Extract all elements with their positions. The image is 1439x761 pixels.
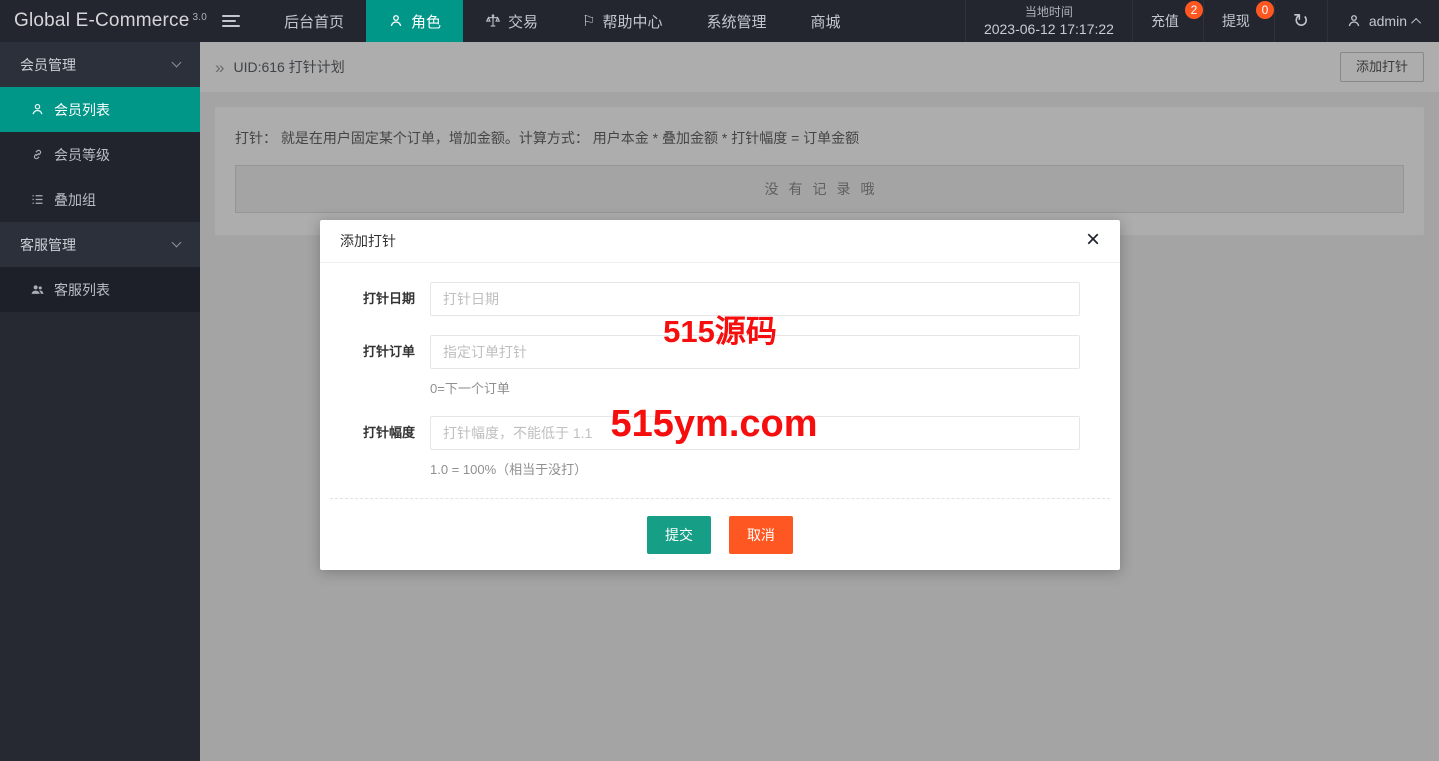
app-logo: Global E-Commerce 3.0 bbox=[0, 0, 207, 42]
people-icon bbox=[31, 285, 44, 294]
refresh-icon: ↻ bbox=[1292, 10, 1309, 32]
chevron-up-icon bbox=[1411, 17, 1422, 28]
sidebar-group-label: 会员管理 bbox=[20, 56, 76, 73]
app-version: 3.0 bbox=[192, 11, 208, 23]
injection-date-label: 打针日期 bbox=[362, 291, 415, 306]
list-icon bbox=[32, 195, 43, 204]
recharge-button[interactable]: 充值 2 bbox=[1131, 0, 1203, 42]
sidebar-item-label: 叠加组 bbox=[54, 191, 96, 208]
sidebar-item-label: 会员等级 bbox=[54, 146, 110, 163]
app-title: Global E-Commerce bbox=[14, 10, 190, 31]
sidebar-group-label: 客服管理 bbox=[20, 236, 76, 253]
nav-label: 交易 bbox=[508, 13, 539, 31]
sidebar-item-member-list[interactable]: 会员列表 bbox=[0, 87, 200, 132]
nav-item-trade[interactable]: 交易 bbox=[463, 0, 560, 42]
sidebar-item-label: 客服列表 bbox=[54, 281, 110, 298]
person-icon bbox=[32, 103, 43, 115]
sidebar-item-stack-group[interactable]: 叠加组 bbox=[0, 177, 200, 222]
nav-item-roles[interactable]: 角色 bbox=[366, 0, 464, 42]
sidebar-item-label: 会员列表 bbox=[54, 101, 110, 118]
nav-item-system[interactable]: 系统管理 bbox=[685, 0, 789, 42]
user-menu[interactable]: admin bbox=[1326, 0, 1439, 42]
watermark-url: 515ym.com bbox=[610, 403, 818, 445]
add-injection-modal: 添加打针 × 打针日期 打针订单 0=下一个订单 打针幅度 1.0 = 100%… bbox=[320, 220, 1120, 570]
cancel-button[interactable]: 取消 bbox=[728, 516, 793, 554]
topbar: Global E-Commerce 3.0 后台首页 角色 交易 ⚐ 帮助中心 系 bbox=[0, 0, 1439, 42]
nav-label: 商城 bbox=[810, 13, 841, 31]
modal-footer: 提交 取消 bbox=[330, 498, 1110, 570]
nav-item-help-center[interactable]: ⚐ 帮助中心 bbox=[560, 0, 684, 42]
sidebar-group-member-management[interactable]: 会员管理 bbox=[0, 42, 200, 87]
link-icon bbox=[33, 149, 42, 160]
modal-body: 打针日期 打针订单 0=下一个订单 打针幅度 1.0 = 100%（相当于没打） bbox=[320, 263, 1120, 498]
withdraw-badge: 0 bbox=[1255, 1, 1274, 19]
recharge-label: 充值 bbox=[1150, 13, 1179, 29]
nav-label: 后台首页 bbox=[284, 13, 345, 31]
person-icon bbox=[390, 15, 402, 27]
withdraw-button[interactable]: 提现 0 bbox=[1202, 0, 1274, 42]
chevron-down-icon bbox=[171, 237, 182, 248]
scales-icon bbox=[485, 14, 501, 27]
withdraw-label: 提现 bbox=[1221, 13, 1250, 29]
close-icon[interactable]: × bbox=[1080, 220, 1106, 262]
nav-label: 系统管理 bbox=[706, 13, 767, 31]
recharge-badge: 2 bbox=[1184, 1, 1203, 19]
local-time: 当地时间 2023-06-12 17:17:22 bbox=[964, 0, 1132, 42]
topbar-right: 当地时间 2023-06-12 17:17:22 充值 2 提现 0 ↻ adm… bbox=[964, 0, 1439, 42]
watermark-text: 515源码 bbox=[663, 314, 777, 349]
injection-order-hint: 0=下一个订单 bbox=[430, 381, 510, 396]
sidebar: 会员管理 会员列表 会员等级 叠加组 客服管理 客服列表 bbox=[0, 42, 200, 761]
nav-label: 角色 bbox=[411, 13, 442, 31]
submit-button[interactable]: 提交 bbox=[647, 516, 712, 554]
hamburger-icon bbox=[222, 15, 240, 27]
nav-item-mall[interactable]: 商城 bbox=[789, 0, 863, 42]
chevron-down-icon bbox=[171, 57, 182, 68]
nav-item-dashboard[interactable]: 后台首页 bbox=[262, 0, 366, 42]
modal-title: 添加打针 bbox=[340, 233, 396, 249]
username: admin bbox=[1368, 13, 1407, 29]
injection-rate-hint: 1.0 = 100%（相当于没打） bbox=[430, 462, 588, 477]
nav-label: 帮助中心 bbox=[602, 13, 663, 31]
injection-order-label: 打针订单 bbox=[362, 344, 415, 359]
local-time-value: 2023-06-12 17:17:22 bbox=[983, 21, 1114, 37]
injection-rate-label: 打针幅度 bbox=[362, 425, 415, 440]
menu-toggle[interactable] bbox=[200, 0, 262, 42]
sidebar-item-service-list[interactable]: 客服列表 bbox=[0, 267, 200, 312]
flag-icon: ⚐ bbox=[582, 13, 596, 30]
modal-header: 添加打针 × bbox=[320, 220, 1120, 263]
sidebar-group-service-management[interactable]: 客服管理 bbox=[0, 222, 200, 267]
sidebar-item-member-level[interactable]: 会员等级 bbox=[0, 132, 200, 177]
user-icon bbox=[1348, 15, 1360, 27]
local-time-label: 当地时间 bbox=[1024, 5, 1073, 19]
refresh-button[interactable]: ↻ bbox=[1273, 0, 1327, 42]
top-navigation: 后台首页 角色 交易 ⚐ 帮助中心 系统管理 商城 bbox=[200, 0, 863, 42]
